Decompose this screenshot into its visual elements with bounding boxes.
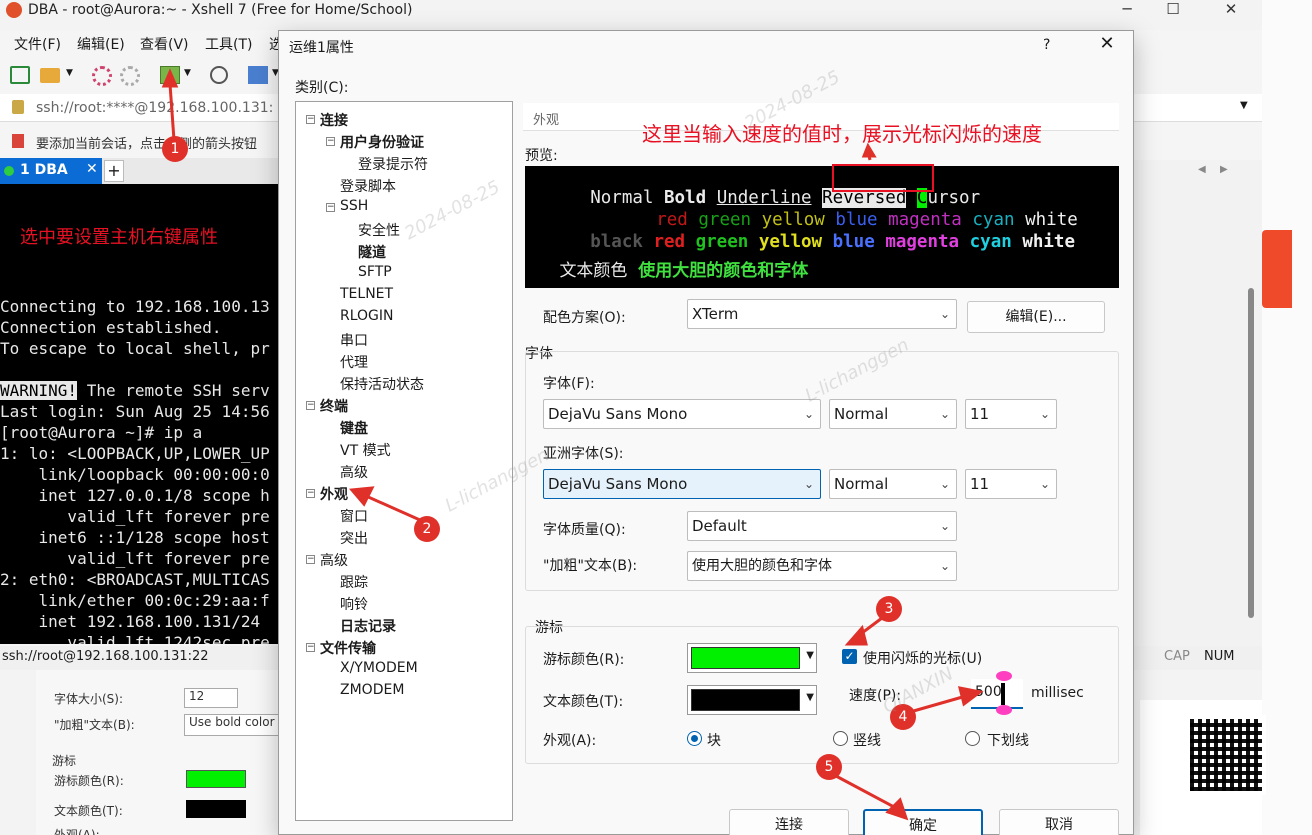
- annotation-badge-2: 2: [414, 516, 440, 542]
- annotation-badge-3: 3: [876, 596, 902, 622]
- annotation-badge-1: 1: [162, 136, 188, 162]
- annotation-badge-4: 4: [890, 704, 916, 730]
- annotation-arrows: [161, 68, 1012, 821]
- annotation-badge-5: 5: [816, 754, 842, 780]
